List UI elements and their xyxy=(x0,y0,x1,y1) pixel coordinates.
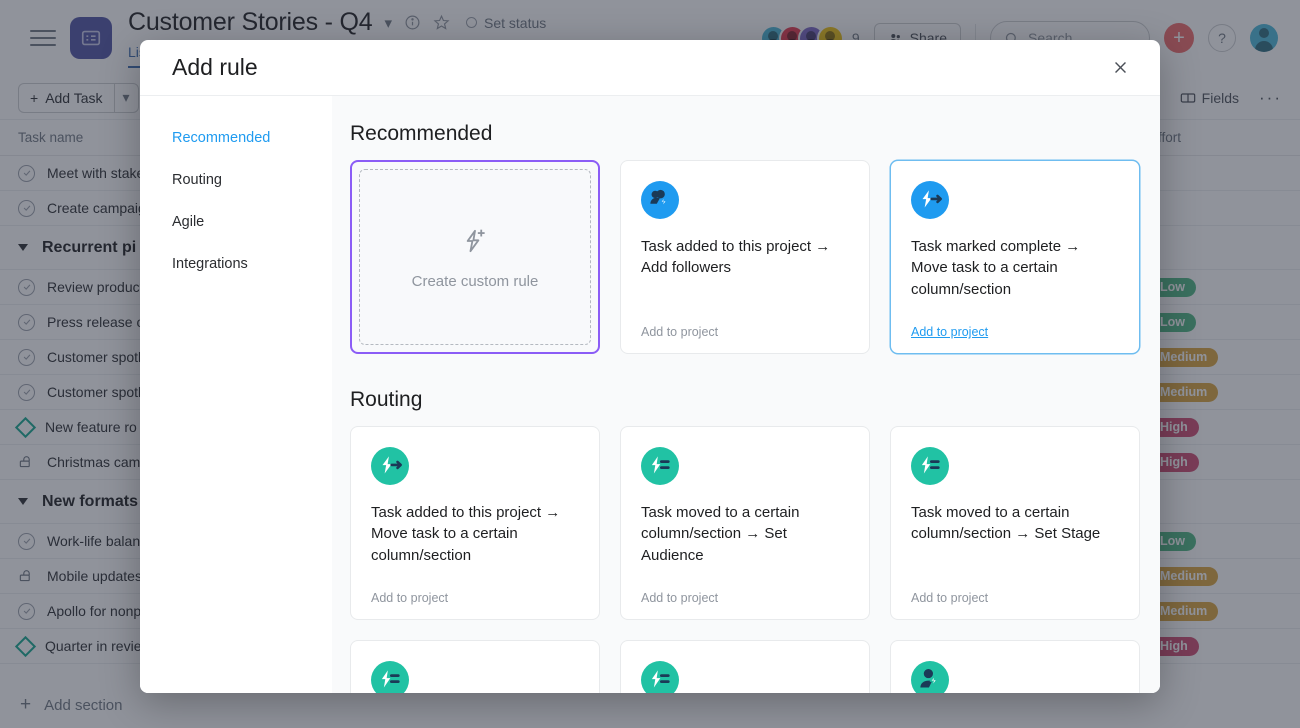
rule-card-grid: Task added to this project → Move task t… xyxy=(350,426,1140,620)
nav-item-routing[interactable]: Routing xyxy=(172,172,332,188)
lightning-arrow-icon xyxy=(371,447,409,485)
add-to-project-link[interactable]: Add to project xyxy=(911,325,1119,339)
person-lightning-icon xyxy=(911,661,949,693)
add-to-project-link[interactable]: Add to project xyxy=(641,325,849,339)
lightning-plus-icon xyxy=(458,224,492,263)
modal-header: Add rule xyxy=(140,40,1160,96)
rule-card-text: Task moved to a certain column/section →… xyxy=(641,504,800,564)
section-title-recommended: Recommended xyxy=(350,122,493,145)
add-to-project-link[interactable]: Add to project xyxy=(911,591,1119,605)
rule-card[interactable]: Audience changed → Assig xyxy=(890,640,1140,693)
nav-item-integrations[interactable]: Integrations xyxy=(172,256,332,272)
lightning-list-icon xyxy=(641,447,679,485)
rule-card-text: Task added to this project → Move task t… xyxy=(371,504,561,564)
rule-card[interactable]: Task moved to a certain column/section →… xyxy=(620,426,870,620)
rule-card[interactable]: Task moved to a certain xyxy=(350,640,600,693)
modal-category-nav: Recommended Routing Agile Integrations xyxy=(140,96,332,693)
modal-title: Add rule xyxy=(172,54,258,80)
rule-card[interactable]: Task marked complete → Move task to a ce… xyxy=(890,160,1140,354)
add-to-project-link[interactable]: Add to project xyxy=(371,591,579,605)
section-title-routing: Routing xyxy=(350,388,423,411)
rule-card[interactable]: Task added to this project → Add followe… xyxy=(620,160,870,354)
rule-card-text: Task moved to a certain column/section →… xyxy=(911,504,1101,543)
lightning-list-icon xyxy=(911,447,949,485)
rule-card-grid: Create custom rule Task added to this pro… xyxy=(350,160,1140,354)
followers-lightning-icon xyxy=(641,181,679,219)
add-rule-modal: Add rule Recommended Routing Agile Integrat… xyxy=(140,40,1160,693)
create-custom-rule-label: Create custom rule xyxy=(411,273,539,290)
custom-rule-dropzone: Create custom rule xyxy=(359,169,591,345)
add-to-project-link[interactable]: Add to project xyxy=(641,591,849,605)
rule-card[interactable]: Task added to this project → Move task t… xyxy=(350,426,600,620)
close-icon[interactable] xyxy=(1106,54,1134,82)
create-custom-rule-card[interactable]: Create custom rule xyxy=(350,160,600,354)
nav-item-agile[interactable]: Agile xyxy=(172,214,332,230)
lightning-list-icon xyxy=(641,661,679,693)
rule-card-text: Task marked complete → Move task to a ce… xyxy=(911,238,1081,298)
nav-item-recommended[interactable]: Recommended xyxy=(172,130,332,146)
lightning-list-icon xyxy=(371,661,409,693)
rule-card-text: Task added to this project → Add followe… xyxy=(641,238,831,277)
modal-rule-gallery: Recommended Create custom rule Task added … xyxy=(332,96,1160,693)
rule-card[interactable]: Task moved to a certain xyxy=(620,640,870,693)
lightning-arrow-icon xyxy=(911,181,949,219)
rule-card[interactable]: Task moved to a certain column/section →… xyxy=(890,426,1140,620)
rule-card-grid: Task moved to a certain Task moved to a c… xyxy=(350,640,1140,693)
modal-body: Recommended Routing Agile Integrations Reco… xyxy=(140,96,1160,693)
